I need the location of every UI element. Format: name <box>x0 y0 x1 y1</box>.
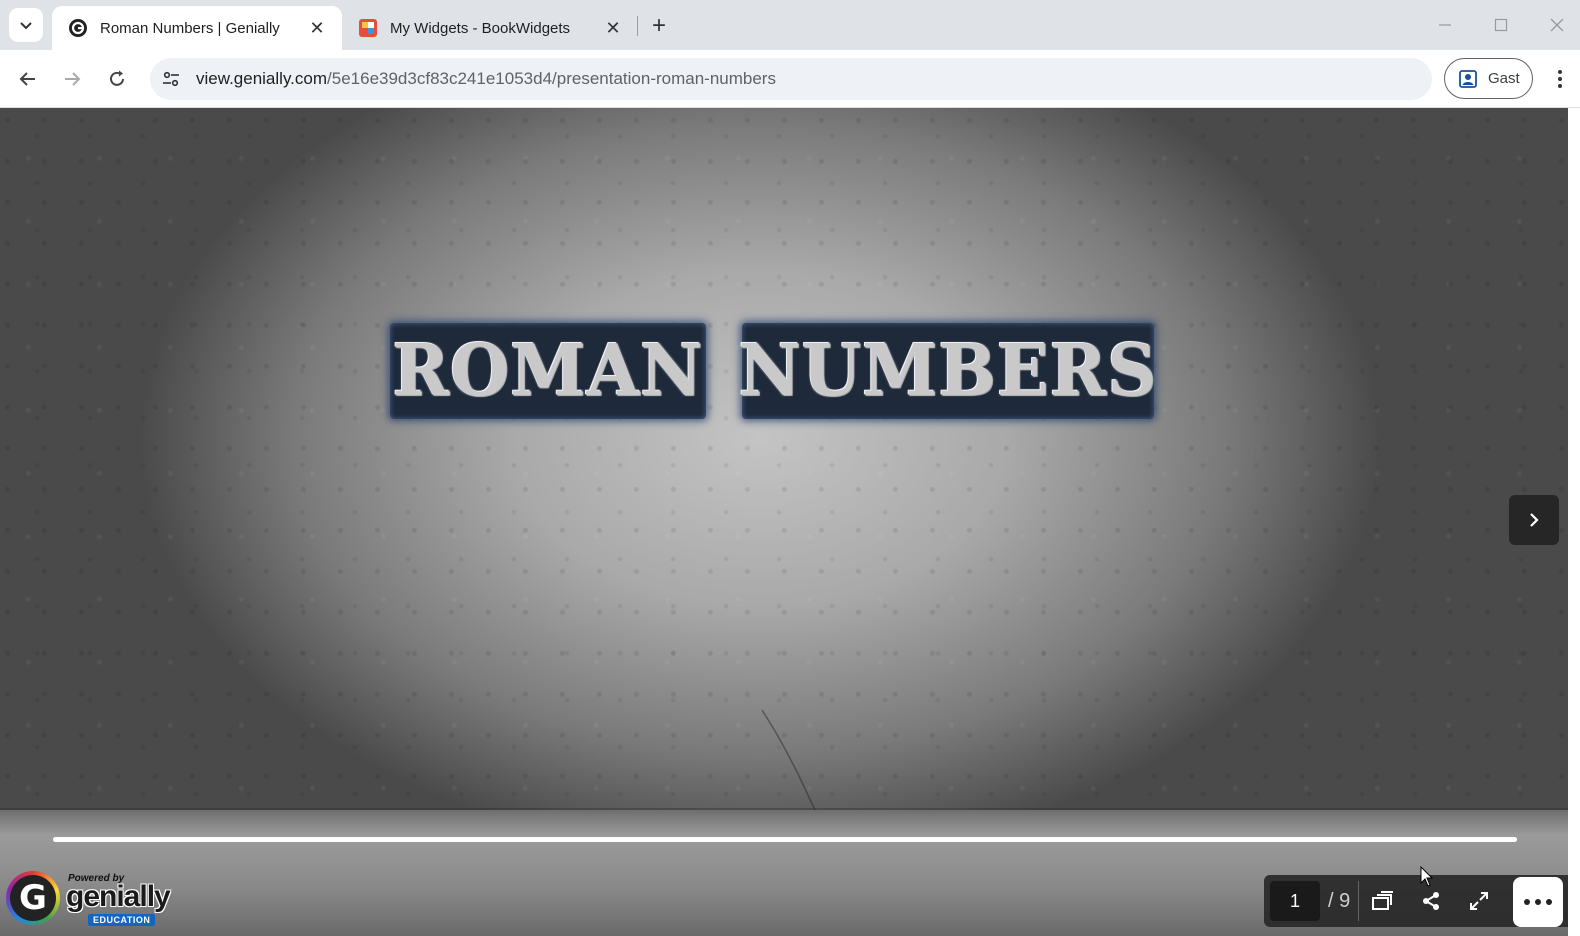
tab-my-widgets[interactable]: My Widgets - BookWidgets ✕ <box>342 6 638 50</box>
title-word-roman: ROMAN <box>392 329 704 413</box>
reload-button[interactable] <box>101 63 133 95</box>
title-plate-roman: ROMAN <box>390 323 706 419</box>
maximize-button[interactable] <box>1486 12 1516 38</box>
profile-label: Gast <box>1488 70 1520 87</box>
back-button[interactable] <box>12 63 44 95</box>
tab-search-icon <box>20 22 32 30</box>
browser-toolbar: view.genially.com/5e16e39d3cf83c241e1053… <box>0 50 1580 108</box>
title-word-numbers: NUMBERS <box>738 329 1158 413</box>
bookwidgets-favicon <box>359 19 377 37</box>
new-tab-button[interactable]: + <box>645 12 673 40</box>
pages-icon <box>1372 891 1394 910</box>
pages-overview-button[interactable] <box>1359 877 1407 925</box>
next-slide-button[interactable] <box>1509 495 1559 545</box>
close-tab-button[interactable]: ✕ <box>306 17 328 39</box>
close-icon: ✕ <box>605 17 621 38</box>
fullscreen-icon <box>1470 892 1489 910</box>
tab-title: My Widgets - BookWidgets <box>390 19 571 37</box>
genially-logo-letter: G <box>19 878 47 918</box>
progress-bar <box>53 837 1517 842</box>
tab-strip: Roman Numbers | Genially ✕ My Widgets - … <box>0 0 1580 50</box>
progress-fill <box>53 837 1517 842</box>
genially-logo[interactable]: G Powered by genially EDUCATION <box>6 868 171 928</box>
wall-crack <box>761 709 816 811</box>
tab-search-button[interactable] <box>9 8 43 42</box>
more-dots-icon <box>1524 899 1530 905</box>
page-total: / 9 <box>1328 889 1351 912</box>
title-plate-numbers: NUMBERS <box>739 323 1156 419</box>
site-info-button[interactable] <box>154 62 188 96</box>
close-tab-button[interactable]: ✕ <box>602 17 624 39</box>
profile-icon <box>1459 69 1477 88</box>
reload-icon <box>110 70 124 86</box>
slide-title: ROMAN NUMBERS <box>390 323 1160 423</box>
site-info-icon <box>163 71 179 87</box>
tab-title: Roman Numbers | Genially <box>100 19 280 37</box>
close-window-icon <box>1550 18 1564 32</box>
logo-wordmark: genially <box>66 880 171 913</box>
plus-icon: + <box>651 12 666 39</box>
profile-button[interactable]: Gast <box>1444 58 1533 99</box>
fullscreen-button[interactable] <box>1455 877 1503 925</box>
more-options-button[interactable] <box>1513 877 1563 927</box>
back-arrow-icon <box>19 72 35 86</box>
maximize-icon <box>1494 18 1508 32</box>
more-dots-icon <box>1546 899 1552 905</box>
kebab-menu-icon <box>1558 70 1562 88</box>
share-icon <box>1423 892 1440 910</box>
forward-arrow-icon <box>65 72 81 86</box>
browser-menu-button[interactable] <box>1550 64 1570 94</box>
chevron-right-icon <box>1530 513 1539 527</box>
tab-separator <box>637 16 638 36</box>
minimize-button[interactable] <box>1430 12 1460 38</box>
genially-favicon <box>69 19 87 37</box>
close-icon: ✕ <box>309 17 325 38</box>
url-path: /5e16e39d3cf83c241e1053d4/presentation-r… <box>327 69 776 88</box>
minimize-icon <box>1439 24 1451 26</box>
more-dots-icon <box>1535 899 1541 905</box>
page-number-input[interactable]: 1 <box>1270 881 1320 921</box>
presentation-stage: ROMAN NUMBERS G Powered by genially EDUC… <box>0 108 1568 936</box>
cursor-icon <box>1420 866 1434 887</box>
logo-edition-badge: EDUCATION <box>88 914 156 926</box>
forward-button[interactable] <box>56 63 88 95</box>
url-text: view.genially.com/5e16e39d3cf83c241e1053… <box>196 69 776 89</box>
url-host: view.genially.com <box>196 69 328 88</box>
close-window-button[interactable] <box>1542 12 1572 38</box>
tab-roman-numbers[interactable]: Roman Numbers | Genially ✕ <box>52 6 342 50</box>
address-bar[interactable]: view.genially.com/5e16e39d3cf83c241e1053… <box>150 58 1432 100</box>
